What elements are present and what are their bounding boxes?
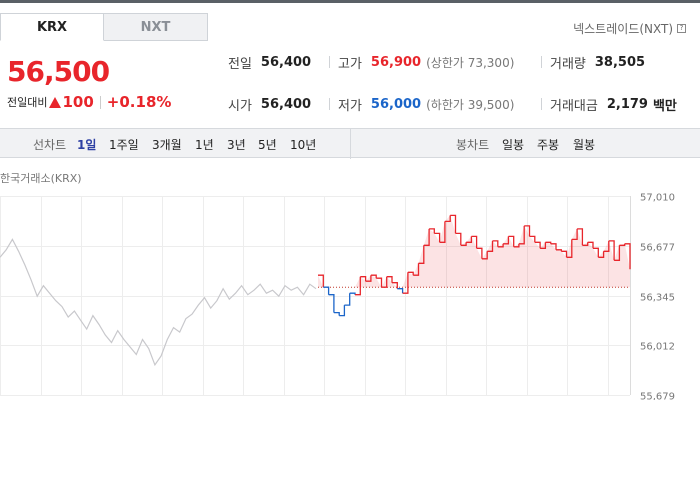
lower-limit: (하한가 39,500) [426,97,515,112]
divider [329,56,330,68]
stat-value: 38,505 [594,54,646,70]
period-3y[interactable]: 3년 [227,136,246,153]
up-triangle-icon [49,96,62,108]
stat-label: 고가 [338,56,362,72]
divider [99,95,101,109]
stat-value: 2,179 [606,96,648,112]
stat-value: 56,900 [370,54,422,70]
y-tick-label: 56,012 [640,342,675,353]
y-tick-label: 57,010 [640,193,675,204]
price-change: 전일대비 100 +0.18% [7,93,171,111]
stat-label: 시가 [228,98,252,114]
period-1d[interactable]: 1일 [77,136,96,153]
today-line-down [349,292,356,295]
chart-toolbar: 선차트 1일 1주일 3개월 1년 3년 5년 10년 봉차트 일봉 주봉 월봉 [0,128,700,159]
candle-chart-label: 봉차트 [456,138,490,152]
period-1y[interactable]: 1년 [195,136,214,153]
stat-high: 고가 56,900 (상한가 73,300) [338,53,514,72]
change-label: 전일대비 [7,96,48,109]
stat-prev-close: 전일 56,400 [228,53,311,72]
stat-label: 거래대금 [550,98,598,114]
stat-label: 저가 [338,98,362,114]
period-5y[interactable]: 5년 [258,136,277,153]
divider [329,98,330,110]
toolbar-divider [350,129,351,159]
tab-krx[interactable]: KRX [0,13,104,41]
today-line-down [344,293,351,306]
previous-day-line [0,238,317,367]
candle-weekly[interactable]: 주봉 [537,136,559,153]
stat-value: 56,000 [370,96,422,112]
chart-source-label: 한국거래소(KRX) [0,172,82,185]
today-line-down [397,288,404,294]
help-icon[interactable]: ? [677,24,686,33]
today-line-down [333,311,340,316]
divider [541,56,542,68]
period-3m[interactable]: 3개월 [152,136,182,153]
today-line-down [328,294,335,313]
today-line-down [339,305,346,317]
candle-monthly[interactable]: 월봉 [573,136,595,153]
stat-open: 시가 56,400 [228,95,311,114]
price-chart[interactable]: 57,010 56,677 56,345 56,012 55,679 [0,185,700,400]
stat-value: 56,400 [260,96,312,112]
stats-row: 전일 56,400 고가 56,900 (상한가 73,300) 거래량 38,… [228,50,693,74]
change-amount: 100 [62,93,94,111]
candle-daily[interactable]: 일봉 [502,136,524,153]
period-10y[interactable]: 10년 [290,136,316,153]
change-percent: +0.18% [106,93,172,111]
upper-limit: (상한가 73,300) [426,55,515,70]
market-tabs: KRX NXT [0,13,208,41]
stat-trade-amount: 거래대금 2,179 백만 [550,95,677,114]
nextrade-link-label: 넥스트레이드(NXT) [573,22,673,36]
y-tick-label: 56,677 [640,243,675,254]
line-chart-label: 선차트 [33,138,67,152]
stat-low: 저가 56,000 (하한가 39,500) [338,95,514,114]
stat-label: 전일 [228,56,252,72]
nextrade-link[interactable]: 넥스트레이드(NXT) ? [573,20,686,37]
stat-unit: 백만 [652,98,677,114]
divider [541,98,542,110]
tab-nxt[interactable]: NXT [104,13,208,41]
stat-volume: 거래량 38,505 [550,53,645,72]
period-1w[interactable]: 1주일 [109,136,139,153]
stat-label: 거래량 [550,56,586,72]
y-tick-label: 56,345 [640,293,675,304]
current-price: 56,500 [7,55,110,88]
stat-value: 56,400 [260,54,312,70]
top-border [0,0,700,3]
stats-row: 시가 56,400 저가 56,000 (하한가 39,500) 거래대금 2,… [228,92,693,116]
y-tick-label: 55,679 [640,392,675,401]
